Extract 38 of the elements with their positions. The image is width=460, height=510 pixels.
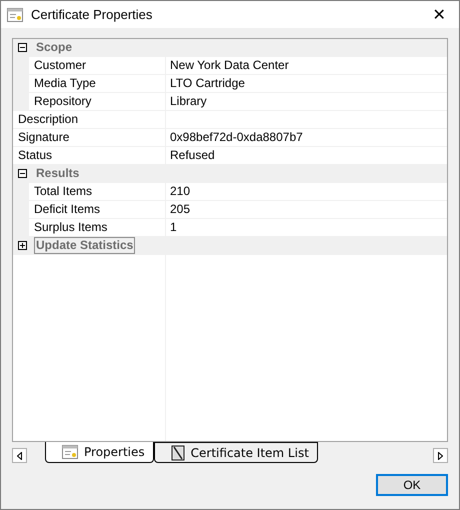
right-triangle-icon: [438, 452, 443, 460]
property-value[interactable]: New York Data Center: [166, 57, 447, 74]
property-name[interactable]: Media Type: [29, 75, 166, 92]
property-value[interactable]: 1: [166, 219, 447, 236]
notepad-icon: [170, 444, 185, 460]
left-triangle-icon: [17, 452, 22, 460]
scroll-left-button[interactable]: [12, 448, 27, 463]
ok-button[interactable]: OK: [376, 474, 448, 496]
property-value[interactable]: Library: [166, 93, 447, 110]
window-title: Certificate Properties: [31, 7, 154, 22]
expand-icon[interactable]: [18, 241, 27, 250]
scroll-right-button[interactable]: [433, 448, 448, 463]
property-value[interactable]: 205: [166, 201, 447, 218]
tab[interactable]: Certificate Item List: [154, 442, 318, 463]
collapse-icon[interactable]: [18, 43, 27, 52]
property-name[interactable]: Total Items: [29, 183, 166, 200]
property-name[interactable]: Deficit Items: [29, 201, 166, 218]
category-label: Results: [35, 165, 80, 182]
property-name[interactable]: Signature: [13, 129, 166, 146]
property-name[interactable]: Description: [13, 111, 166, 128]
property-name[interactable]: Status: [13, 147, 166, 164]
category-row[interactable]: Update Statistics: [13, 237, 447, 255]
category-label: Scope: [35, 39, 74, 56]
category-row[interactable]: Results: [13, 165, 447, 183]
property-name[interactable]: Surplus Items: [29, 219, 166, 236]
category-row[interactable]: Scope: [13, 39, 447, 57]
property-value[interactable]: LTO Cartridge: [166, 75, 447, 92]
category-label: Update Statistics: [34, 237, 136, 254]
close-button[interactable]: ✕: [425, 2, 453, 26]
property-name[interactable]: Customer: [29, 57, 166, 74]
certificate-icon: [62, 445, 78, 459]
property-value[interactable]: 210: [166, 183, 447, 200]
property-value[interactable]: 0x98bef72d-0xda8807b7: [166, 129, 447, 146]
property-value[interactable]: Refused: [166, 147, 447, 164]
collapse-icon[interactable]: [18, 169, 27, 178]
certificate-icon: [7, 8, 23, 22]
property-name[interactable]: Repository: [29, 93, 166, 110]
tab[interactable]: Properties: [45, 442, 154, 463]
